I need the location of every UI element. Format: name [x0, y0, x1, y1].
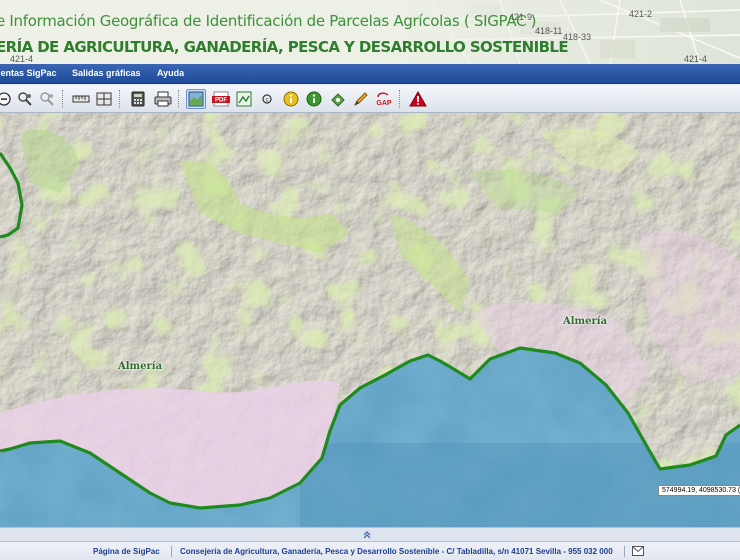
footer-collapse-bar — [0, 527, 740, 541]
image-export-icon[interactable] — [234, 89, 254, 109]
ministry-title: ERÍA DE AGRICULTURA, GANADERÍA, PESCA Y … — [0, 38, 569, 56]
menu-item-graphic-outputs[interactable]: Salidas gráficas — [72, 68, 141, 78]
navigate-icon[interactable] — [328, 89, 348, 109]
map-layers-icon[interactable] — [186, 89, 206, 109]
parcel-label: 421-4 — [684, 54, 708, 64]
footer-separator — [624, 546, 625, 557]
toolbar-separator — [178, 90, 180, 108]
place-label-almeria: Almería — [563, 316, 608, 327]
header-banner: 421-9 421-2 418-11 418-33 421-4 421-4 e … — [0, 0, 740, 64]
calculator-icon[interactable] — [128, 89, 148, 109]
menu-item-help[interactable]: Ayuda — [157, 68, 184, 78]
mail-icon[interactable] — [632, 546, 644, 556]
toolbar-separator — [62, 90, 64, 108]
menu-item-tools[interactable]: ientas SigPac — [0, 68, 57, 78]
sigpac-home-link[interactable]: Página de SigPac — [93, 547, 160, 556]
toolbar: PDF c GAP — [0, 85, 740, 113]
search-user-disabled-icon[interactable] — [37, 89, 57, 109]
footer: Página de SigPac Consejería de Agricultu… — [0, 541, 740, 560]
toolbar-separator — [119, 90, 121, 108]
footer-separator — [171, 546, 172, 557]
map-canvas[interactable] — [0, 113, 740, 527]
search-user-icon[interactable] — [15, 89, 35, 109]
collapse-chevron-icon[interactable] — [361, 529, 373, 540]
parcel-label: 418-11 — [535, 26, 563, 36]
svg-text:c: c — [266, 98, 269, 104]
pdf-export-icon[interactable]: PDF — [211, 89, 231, 109]
menu-bar: ientas SigPac Salidas gráficas Ayuda — [0, 64, 740, 84]
zoom-out-icon[interactable] — [0, 89, 14, 109]
measure-area-icon[interactable] — [94, 89, 114, 109]
footer-contact-text: Consejería de Agricultura, Ganadería, Pe… — [180, 547, 613, 556]
toolbar-separator — [399, 90, 401, 108]
site-title: e Información Geográfica de Identificaci… — [0, 12, 537, 30]
draw-icon[interactable] — [351, 89, 371, 109]
info-green-icon[interactable] — [304, 89, 324, 109]
gap-icon[interactable]: GAP — [374, 89, 394, 109]
print-icon[interactable] — [153, 89, 173, 109]
place-label-almeria: Almería — [118, 361, 163, 372]
warning-icon[interactable] — [408, 89, 428, 109]
gap-icon-label: GAP — [376, 100, 392, 107]
coordinate-icon[interactable]: c — [257, 89, 277, 109]
parcel-label: 421-2 — [629, 9, 653, 19]
map-view[interactable]: Almería Almería 574994.19, 4098530.73 (E — [0, 113, 740, 527]
pdf-icon-label: PDF — [215, 98, 227, 104]
info-icon[interactable] — [281, 89, 301, 109]
measure-distance-icon[interactable] — [71, 89, 91, 109]
coordinate-readout: 574994.19, 4098530.73 (E — [658, 485, 740, 496]
